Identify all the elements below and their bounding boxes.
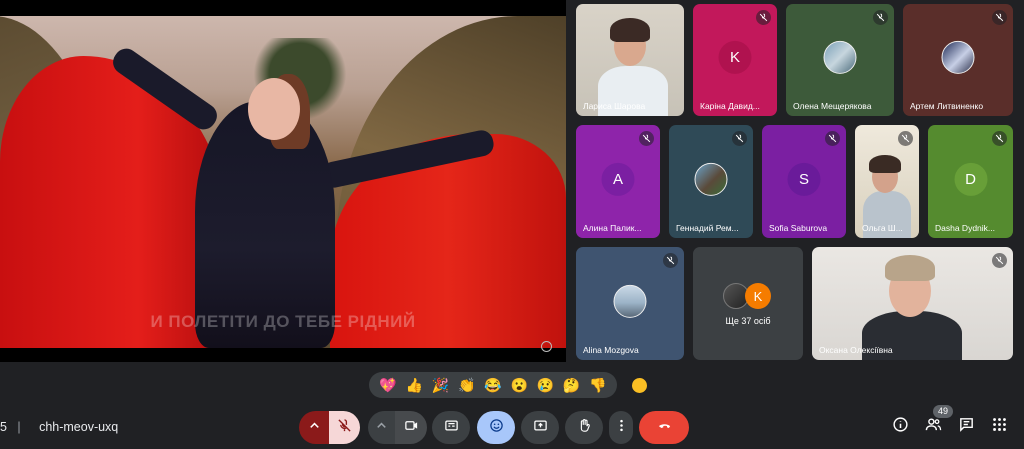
mic-off-icon bbox=[756, 10, 771, 25]
avatar: S bbox=[787, 162, 821, 196]
people-icon bbox=[925, 416, 942, 438]
avatar: K bbox=[745, 283, 771, 309]
participant-tile[interactable]: Alina Mozgova bbox=[576, 247, 684, 360]
avatar bbox=[941, 40, 975, 74]
participant-name: Каріна Давид... bbox=[700, 101, 760, 111]
avatar: A bbox=[601, 162, 635, 196]
participant-tile[interactable]: Ольга Ш... bbox=[855, 125, 919, 238]
end-call-icon bbox=[657, 418, 672, 438]
chevron-up-icon bbox=[307, 418, 322, 438]
camera-button[interactable] bbox=[395, 411, 427, 444]
mic-off-icon bbox=[992, 10, 1007, 25]
microphone-button[interactable] bbox=[329, 411, 360, 444]
raise-hand-icon bbox=[577, 418, 592, 438]
participant-tile[interactable]: Олена Мещерякова bbox=[786, 4, 894, 116]
participant-tile[interactable]: Артем Литвиненко bbox=[903, 4, 1013, 116]
avatar: D bbox=[954, 162, 987, 196]
mic-off-icon bbox=[992, 131, 1007, 146]
audio-options-button[interactable] bbox=[299, 411, 329, 444]
presentation-view: И ПОЛЕТІТИ ДО ТЕБЕ РІДНИЙ bbox=[0, 0, 566, 362]
participant-name: Оксана Олексіївна bbox=[819, 345, 893, 355]
activities-button[interactable] bbox=[988, 416, 1010, 438]
more-icon bbox=[614, 418, 629, 438]
mic-off-icon bbox=[732, 131, 747, 146]
meeting-time: 5 bbox=[0, 420, 7, 434]
avatar bbox=[823, 40, 857, 74]
reactions-button[interactable] bbox=[477, 411, 515, 444]
reaction-thinking[interactable]: 🤔 bbox=[563, 377, 580, 394]
skin-tone-button[interactable] bbox=[632, 378, 647, 393]
participant-tile[interactable]: K Каріна Давид... bbox=[693, 4, 777, 116]
mic-off-icon bbox=[825, 131, 840, 146]
channel-logo-icon bbox=[541, 341, 552, 352]
present-button[interactable] bbox=[521, 411, 559, 444]
mic-off-icon bbox=[873, 10, 888, 25]
participant-name: Alina Mozgova bbox=[583, 345, 639, 355]
reaction-thumbs-down[interactable]: 👎 bbox=[589, 377, 606, 394]
participant-name: Sofia Saburova bbox=[769, 223, 828, 233]
more-participants-tile[interactable]: K Ще 37 осіб bbox=[693, 247, 803, 360]
end-call-button[interactable] bbox=[639, 411, 689, 444]
mic-off-icon bbox=[639, 131, 654, 146]
participant-name: Ольга Ш... bbox=[862, 223, 903, 233]
avatar bbox=[613, 284, 647, 318]
reaction-laugh[interactable]: 😂 bbox=[484, 377, 501, 394]
participant-tile[interactable]: D Dasha Dydnik... bbox=[928, 125, 1013, 238]
reaction-surprised[interactable]: 😮 bbox=[510, 377, 527, 394]
mic-off-icon bbox=[898, 131, 913, 146]
camera-icon bbox=[404, 418, 419, 438]
mic-off-icon bbox=[337, 418, 352, 438]
participant-tile[interactable]: Геннадий Рем... bbox=[669, 125, 753, 238]
participant-tile[interactable]: Лариса Шарова bbox=[576, 4, 684, 116]
activities-icon bbox=[991, 416, 1008, 438]
reaction-sad[interactable]: 😢 bbox=[537, 377, 554, 394]
meeting-details-button[interactable] bbox=[889, 416, 911, 438]
people-button[interactable] bbox=[922, 416, 944, 438]
captions-icon bbox=[444, 418, 459, 438]
mic-off-icon bbox=[663, 253, 678, 268]
participant-name: Dasha Dydnik... bbox=[935, 223, 995, 233]
participant-name: Алина Палик... bbox=[583, 223, 642, 233]
chevron-up-icon bbox=[374, 418, 389, 438]
reaction-clap[interactable]: 👏 bbox=[458, 377, 475, 394]
video-subtitle: И ПОЛЕТІТИ ДО ТЕБЕ РІДНИЙ bbox=[150, 312, 416, 331]
present-icon bbox=[533, 418, 548, 438]
reaction-party[interactable]: 🎉 bbox=[432, 377, 449, 394]
participant-name: Геннадий Рем... bbox=[676, 223, 739, 233]
emoji-icon bbox=[489, 418, 504, 438]
participant-name: Лариса Шарова bbox=[583, 101, 646, 111]
reaction-thumbs-up[interactable]: 👍 bbox=[406, 377, 423, 394]
participant-tile[interactable]: S Sofia Saburova bbox=[762, 125, 846, 238]
participant-name: Артем Литвиненко bbox=[910, 101, 984, 111]
captions-button[interactable] bbox=[432, 411, 470, 444]
participant-tile[interactable]: A Алина Палик... bbox=[576, 125, 660, 238]
participant-tile[interactable]: Оксана Олексіївна bbox=[812, 247, 1013, 360]
chat-icon bbox=[958, 416, 975, 438]
meet-window: И ПОЛЕТІТИ ДО ТЕБЕ РІДНИЙ Лариса Шарова … bbox=[0, 0, 1024, 449]
chat-button[interactable] bbox=[955, 416, 977, 438]
video-options-button[interactable] bbox=[368, 411, 395, 444]
meeting-code: chh-meov-uxq bbox=[39, 420, 119, 434]
presented-video: И ПОЛЕТІТИ ДО ТЕБЕ РІДНИЙ bbox=[0, 16, 566, 348]
more-options-button[interactable] bbox=[609, 411, 633, 444]
more-participants-label: Ще 37 осіб bbox=[725, 316, 771, 326]
info-icon bbox=[892, 416, 909, 438]
reactions-bar: 💖 👍 🎉 👏 😂 😮 😢 🤔 👎 bbox=[369, 372, 617, 398]
reaction-heart[interactable]: 💖 bbox=[379, 377, 396, 394]
meeting-info: 5 | chh-meov-uxq bbox=[0, 420, 119, 434]
avatar bbox=[694, 162, 728, 196]
mic-off-icon bbox=[992, 253, 1007, 268]
raise-hand-button[interactable] bbox=[565, 411, 603, 444]
avatar: K bbox=[718, 40, 752, 74]
participant-name: Олена Мещерякова bbox=[793, 101, 872, 111]
